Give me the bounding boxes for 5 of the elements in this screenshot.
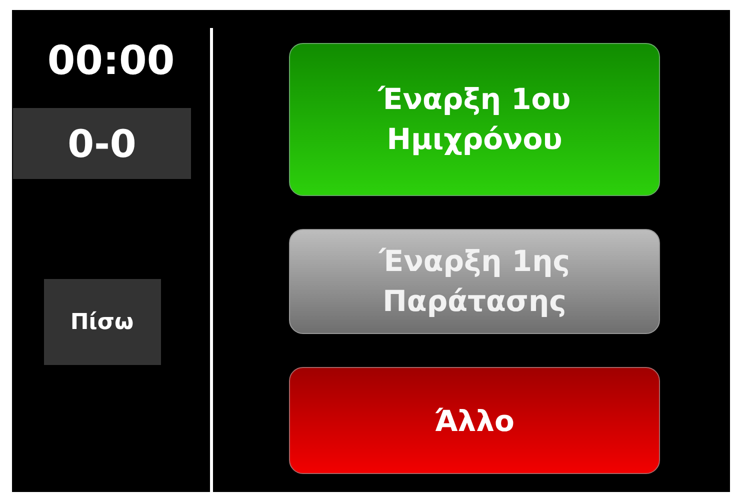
timer: 00:00	[47, 38, 175, 84]
action-button[interactable]: Άλλο	[289, 367, 660, 474]
back-button[interactable]: Πίσω	[44, 279, 160, 365]
score-display: 0-0	[13, 108, 191, 179]
action-button[interactable]: Έναρξη 1ου Ημιχρόνου	[289, 43, 660, 196]
